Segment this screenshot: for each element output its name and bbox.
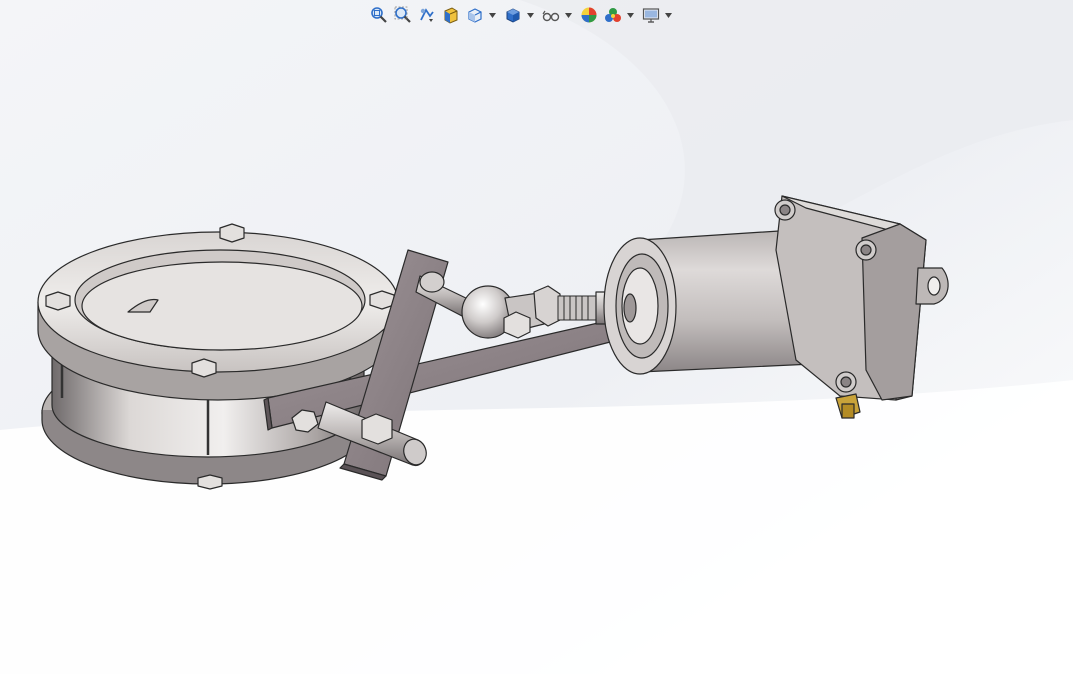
display-style-dropdown[interactable] bbox=[526, 4, 534, 26]
threaded-rod bbox=[557, 295, 599, 321]
chevron-down-icon bbox=[488, 12, 496, 18]
display-style-button[interactable] bbox=[502, 4, 524, 26]
chevron-down-icon bbox=[526, 12, 534, 18]
hide-show-items-icon bbox=[542, 10, 560, 22]
view-settings-button[interactable] bbox=[640, 4, 662, 26]
zoom-to-fit-icon bbox=[371, 7, 387, 23]
view-orientation-button[interactable] bbox=[464, 4, 486, 26]
zoom-to-area-icon bbox=[394, 6, 411, 23]
rod-end-nut bbox=[503, 311, 531, 339]
valve-body[interactable] bbox=[37, 223, 399, 490]
edit-appearance-button[interactable] bbox=[578, 4, 600, 26]
chevron-down-icon bbox=[564, 12, 572, 18]
section-view-icon bbox=[444, 7, 458, 24]
chevron-down-icon bbox=[626, 12, 634, 18]
graphics-area[interactable] bbox=[0, 0, 1073, 674]
apply-scene-button[interactable] bbox=[602, 4, 624, 26]
zoom-to-fit-button[interactable] bbox=[368, 4, 390, 26]
previous-view-button[interactable] bbox=[416, 4, 438, 26]
previous-view-icon bbox=[420, 8, 434, 22]
zoom-to-area-button[interactable] bbox=[392, 4, 414, 26]
hide-show-items-button[interactable] bbox=[540, 4, 562, 26]
apply-scene-icon bbox=[605, 8, 621, 22]
display-style-icon bbox=[506, 8, 520, 23]
view-settings-dropdown[interactable] bbox=[664, 4, 672, 26]
view-settings-icon bbox=[642, 8, 660, 23]
chevron-down-icon bbox=[664, 12, 672, 18]
shaft-nut bbox=[361, 413, 393, 445]
view-orientation-icon bbox=[468, 8, 482, 23]
heads-up-view-toolbar bbox=[368, 3, 676, 27]
hide-show-items-dropdown[interactable] bbox=[564, 4, 572, 26]
edit-appearance-icon bbox=[581, 7, 597, 23]
view-orientation-dropdown[interactable] bbox=[488, 4, 496, 26]
apply-scene-dropdown[interactable] bbox=[626, 4, 634, 26]
model-canvas[interactable] bbox=[0, 0, 1073, 674]
section-view-button[interactable] bbox=[440, 4, 462, 26]
